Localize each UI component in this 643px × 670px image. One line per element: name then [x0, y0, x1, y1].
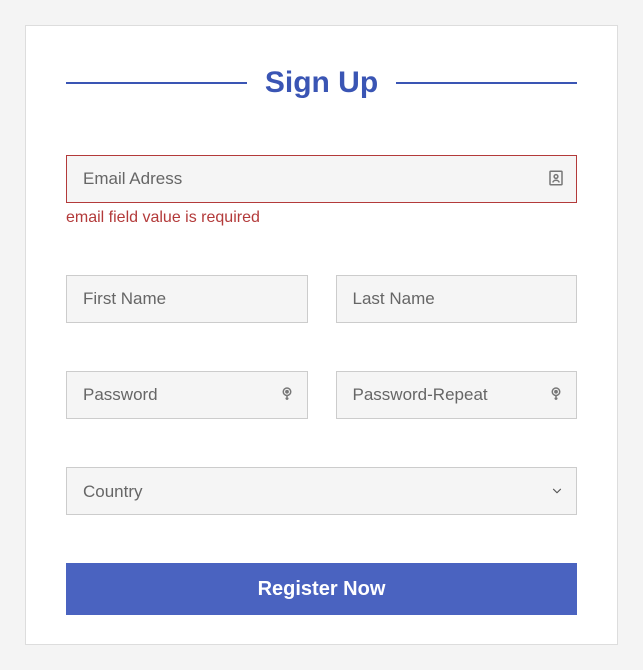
signup-card: Sign Up email field value is required	[25, 25, 618, 645]
email-error-message: email field value is required	[66, 209, 577, 227]
title-row: Sign Up	[66, 66, 577, 100]
password-field-wrapper	[66, 371, 308, 419]
last-name-field[interactable]	[336, 275, 578, 323]
last-name-field-wrapper	[336, 275, 578, 323]
title-line-left	[66, 82, 247, 84]
first-name-field[interactable]	[66, 275, 308, 323]
password-repeat-field[interactable]	[336, 371, 578, 419]
first-name-field-wrapper	[66, 275, 308, 323]
country-select[interactable]: Country	[66, 467, 577, 515]
register-button[interactable]: Register Now	[66, 563, 577, 615]
password-field[interactable]	[66, 371, 308, 419]
email-field[interactable]	[66, 155, 577, 203]
page-title: Sign Up	[265, 66, 378, 100]
title-line-right	[396, 82, 577, 84]
email-field-wrapper: email field value is required	[66, 155, 577, 227]
password-repeat-field-wrapper	[336, 371, 578, 419]
name-row	[66, 275, 577, 323]
password-row	[66, 371, 577, 419]
country-field-wrapper: Country	[66, 467, 577, 515]
